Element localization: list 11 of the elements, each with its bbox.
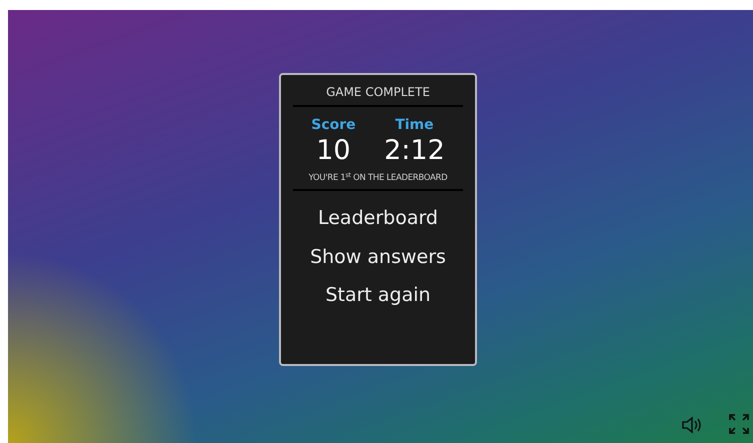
stat-label: Score [311,116,356,135]
menu-button[interactable]: Start again [281,276,475,315]
menu-button[interactable]: Show answers [281,238,475,276]
leaderboard-message: YOU'RE 1$^{st}$ ON THE LEADERBOARD [308,170,448,185]
stat-label: Time [394,116,435,135]
stat-value: 10 [315,136,352,166]
stat-value: 2:12 [384,136,445,166]
menu-button[interactable]: Leaderboard [281,199,475,238]
fullscreen-icon[interactable] [728,413,750,435]
speaker-icon[interactable] [682,416,702,434]
dialog-title: GAME COMPLETE [325,84,431,101]
